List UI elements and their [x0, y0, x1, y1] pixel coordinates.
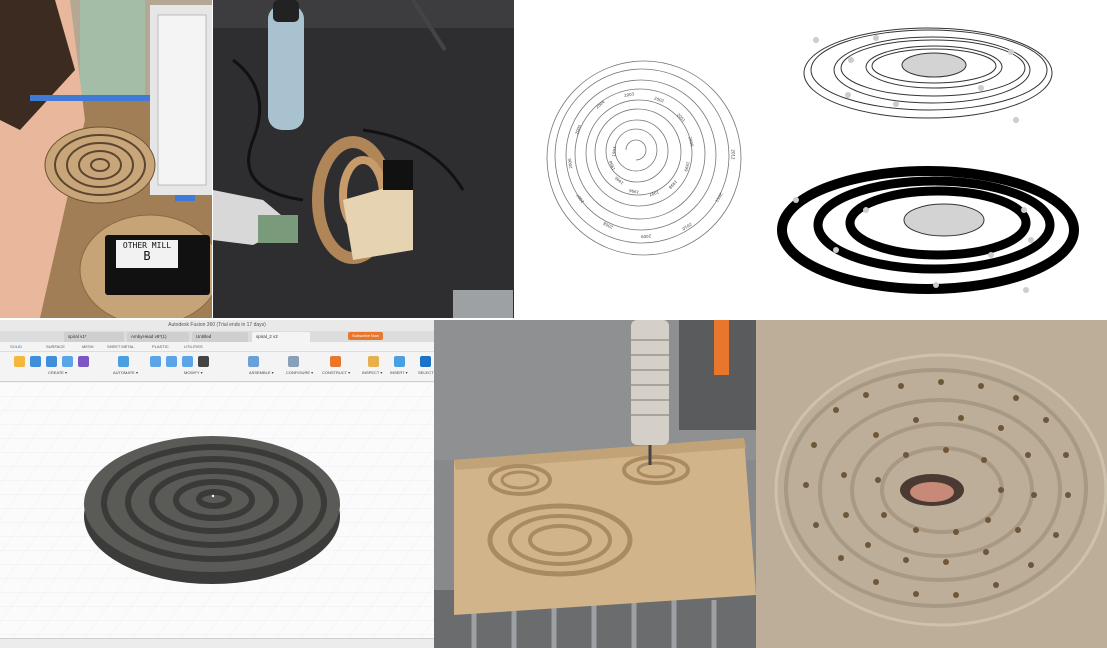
automate-icon[interactable] — [118, 356, 129, 367]
shell-icon[interactable] — [182, 356, 193, 367]
group-configure[interactable]: CONFIGURE ▾ — [286, 370, 313, 375]
pattern-icon[interactable] — [78, 356, 89, 367]
photo-cnc-milling — [434, 320, 756, 648]
cnc-scene — [434, 320, 756, 648]
ribbon-tab-plastic[interactable]: PLASTIC — [152, 342, 169, 352]
spiral-year-label: 1993 — [610, 145, 618, 157]
group-assemble[interactable]: ASSEMBLE ▾ — [249, 370, 274, 375]
group-inspect[interactable]: INSPECT ▾ — [362, 370, 382, 375]
fusion-cad-window: Autodesk Fusion 360 (Trial ends in 17 da… — [0, 320, 434, 648]
spiral-timeline-drawing: 2012 2011 2010 2009 2008 2007 2006 2005 2004 2003… — [514, 0, 776, 318]
tab-ambyhead[interactable]: AmbyHead v8*(1) — [127, 332, 189, 342]
label-line-2: B — [143, 249, 151, 263]
revolve-icon[interactable] — [46, 356, 57, 367]
configure-icon[interactable] — [288, 356, 299, 367]
group-automate[interactable]: AUTOMATE ▾ — [113, 370, 138, 375]
group-construct[interactable]: CONSTRUCT ▾ — [322, 370, 350, 375]
group-select[interactable]: SELECT — [418, 370, 434, 375]
fusion-status-bar — [0, 638, 434, 648]
finished-piece-scene — [756, 320, 1107, 648]
tab-spiral-v1[interactable]: spiral v1* — [64, 332, 124, 342]
press-pull-icon[interactable] — [150, 356, 161, 367]
ribbon-tab-mesh[interactable]: MESH — [82, 342, 94, 352]
tab-untitled[interactable]: Untitled — [192, 332, 248, 342]
ellipse-outline-diagram — [777, 27, 1079, 294]
photo-workshop-table: OTHER MILL B — [0, 0, 212, 318]
workshop-scene — [0, 0, 212, 318]
fusion-ribbon-tabs: SOLID SURFACE MESH SHEET METAL PLASTIC U… — [0, 342, 434, 352]
measure-icon[interactable] — [368, 356, 379, 367]
tab-spiral-2[interactable]: spiral_2 v2 — [252, 332, 310, 342]
ribbon-tab-solid[interactable]: SOLID — [10, 342, 22, 352]
ribbon-tab-sheet-metal[interactable]: SHEET METAL — [107, 342, 134, 352]
power-supply-label: OTHER MILL B — [118, 241, 176, 263]
ribbon-tab-surface[interactable]: SURFACE — [46, 342, 65, 352]
hole-icon[interactable] — [62, 356, 73, 367]
fusion-window-title: Autodesk Fusion 360 (Trial ends in 17 da… — [0, 320, 434, 331]
group-modify[interactable]: MODIFY ▾ — [184, 370, 203, 375]
group-insert[interactable]: INSERT ▾ — [390, 370, 408, 375]
photo-electronics-prototype — [213, 0, 514, 318]
move-icon[interactable] — [198, 356, 209, 367]
extrude-icon[interactable] — [30, 356, 41, 367]
fusion-viewport[interactable] — [0, 382, 434, 638]
select-icon[interactable] — [420, 356, 431, 367]
spiral-year-label: 2009 — [640, 233, 652, 239]
fusion-toolbar: CREATE ▾ AUTOMATE ▾ MODIFY ▾ ASSEMBLE ▾ … — [0, 352, 434, 382]
photo-finished-wood-spiral — [756, 320, 1107, 648]
ribbon-tab-utilities[interactable]: UTILITIES — [184, 342, 203, 352]
group-create[interactable]: CREATE ▾ — [48, 370, 67, 375]
insert-image-icon[interactable] — [394, 356, 405, 367]
spiral-year-label: 2006 — [566, 158, 574, 169]
subscribe-now-button[interactable]: Subscribe Now — [348, 332, 383, 340]
spiral-year-label: 2012 — [730, 149, 736, 160]
fusion-document-tabs: spiral v1* AmbyHead v8*(1) Untitled spir… — [0, 331, 434, 342]
new-component-icon[interactable] — [14, 356, 25, 367]
concentric-ellipse-diagrams — [776, 0, 1107, 318]
construct-plane-icon[interactable] — [330, 356, 341, 367]
prototype-scene — [213, 0, 514, 318]
joint-icon[interactable] — [248, 356, 259, 367]
spiral-outline-svg — [546, 60, 742, 256]
fillet-icon[interactable] — [166, 356, 177, 367]
